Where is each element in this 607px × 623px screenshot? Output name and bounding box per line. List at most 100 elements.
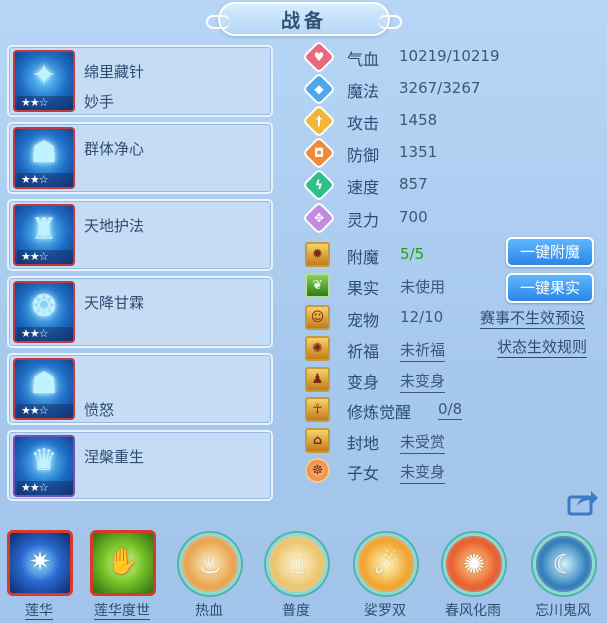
enchant-icon: ✹ [305,242,330,267]
status-label: 附魔 [347,248,380,267]
share-icon[interactable] [567,488,599,516]
status-label: 果实 [347,279,380,298]
fruit-icon: ❦ [305,273,330,298]
ghost-wind-icon: ☾ [533,533,595,595]
bottom-skill-name: 春风化雨 [445,603,501,619]
bottom-skill-spring-wind[interactable]: ✺ 春风化雨 [437,527,509,623]
skill-card[interactable]: ☗ ★★☆ 群体净心 [7,122,273,194]
blessing-icon: ✺ [305,336,330,361]
attr-row-attack: † 攻击 1458 [302,104,595,138]
status-row-awaken[interactable]: ☥ 修炼觉醒 0/8 [305,396,605,424]
status-label: 宠物 [347,311,380,330]
one-click-enchant-button[interactable]: 一键附魔 [506,237,594,267]
child-icon: ☸ [305,458,330,483]
attr-row-mp: ◆ 魔法 3267/3267 [302,72,595,106]
attr-value: 10219/10219 [399,47,500,65]
event-preset-link[interactable]: 赛事不生效预设 [480,308,586,329]
star-rating: ★★☆ [17,404,73,418]
helmet-skill-icon: ☗ ★★☆ [13,127,75,189]
attr-label: 速度 [347,178,380,197]
battle-prep-panel: 战备 ✦ ★★☆ 绵里藏针 妙手 ☗ ★★☆ 群体净心 ♜ ★★☆ 天地护法 ❂… [0,0,607,623]
rebirth-skill-icon: ♛ ★★☆ [13,435,75,497]
skill-card[interactable]: ✦ ★★☆ 绵里藏针 妙手 [7,45,273,117]
skill-name: 涅槃重生 [84,448,145,466]
status-value: 12/10 [400,308,444,326]
salvation-icon: ☝ [266,533,328,595]
sala-icon: ☄ [355,533,417,595]
lotus-icon: ✷ [7,530,73,596]
shield-icon: ◘ [302,136,336,170]
spring-wind-icon: ✺ [443,533,505,595]
attr-label: 魔法 [347,82,380,101]
needle-skill-icon: ✦ ★★☆ [13,50,75,112]
bottom-skill-name: 娑罗双 [364,603,406,619]
skill-sub: 愤怒 [84,401,115,419]
awaken-icon: ☥ [305,397,330,422]
skill-card[interactable]: ♜ ★★☆ 天地护法 [7,199,273,271]
skill-name: 天地护法 [84,217,145,235]
attr-value: 1351 [399,143,438,161]
spirit-icon: ✥ [302,201,336,235]
attr-label: 防御 [347,146,380,165]
attr-row-defense: ◘ 防御 1351 [302,136,595,170]
status-rules-link[interactable]: 状态生效规则 [497,337,588,358]
pet-icon: ☺ [305,305,330,330]
bottom-skill-lotus[interactable]: ✷ 莲华 [3,527,75,623]
attr-row-hp: ♥ 气血 10219/10219 [302,40,595,74]
attr-value: 700 [399,208,428,226]
attr-label: 气血 [347,50,380,69]
bottom-skill-salvation[interactable]: ☝ 普度 [260,527,332,623]
bottom-skill-name: 普度 [282,603,310,619]
fief-icon: ⌂ [305,428,330,453]
bottom-skill-lotus-salvation[interactable]: ✋ 莲华度世 [86,527,158,623]
status-value: 未使用 [400,278,446,296]
status-value: 5/5 [400,245,425,263]
lightning-icon: ϟ [302,168,336,202]
status-value[interactable]: 未变身 [400,461,446,484]
status-label: 子女 [347,464,380,483]
attr-label: 灵力 [347,211,380,230]
attr-value: 857 [399,175,428,193]
guardian-skill-icon: ♜ ★★☆ [13,204,75,266]
one-click-fruit-button[interactable]: 一键果实 [506,273,594,303]
skill-name: 绵里藏针 [84,63,145,81]
skill-card[interactable]: ❂ ★★☆ 天降甘霖 [7,276,273,348]
attr-value: 1458 [399,111,438,129]
title-banner: 战备 [206,2,402,36]
bottom-skill-hot-blood[interactable]: ♨ 热血 [173,527,245,623]
bottom-skill-name: 忘川鬼风 [535,603,591,619]
status-value[interactable]: 未受赏 [400,431,446,454]
star-rating: ★★☆ [17,173,73,187]
attr-row-speed: ϟ 速度 857 [302,168,595,202]
status-value[interactable]: 未变身 [400,370,446,393]
hand-lotus-icon: ✋ [90,530,156,596]
status-label: 变身 [347,373,380,392]
status-row-child[interactable]: ☸ 子女 未变身 [305,457,605,485]
hot-blood-icon: ♨ [179,533,241,595]
mask-skill-icon: ☗ ★★☆ [13,358,75,420]
skill-card[interactable]: ♛ ★★☆ 涅槃重生 [7,430,273,501]
transform-icon: ♟ [305,367,330,392]
skill-sub: 妙手 [84,93,115,111]
skill-list: ✦ ★★☆ 绵里藏针 妙手 ☗ ★★☆ 群体净心 ♜ ★★☆ 天地护法 ❂ ★★… [7,45,273,506]
status-row-transform[interactable]: ♟ 变身 未变身 [305,366,605,394]
magic-icon: ◆ [302,72,336,106]
star-rating: ★★☆ [17,481,73,495]
status-value[interactable]: 未祈福 [400,339,446,362]
status-value[interactable]: 0/8 [438,400,463,420]
attr-value: 3267/3267 [399,79,481,97]
star-rating: ★★☆ [17,96,73,110]
bottom-skill-ghost-wind[interactable]: ☾ 忘川鬼风 [527,527,599,623]
skill-card[interactable]: ☗ ★★☆ 愤怒 [7,353,273,425]
page-title: 战备 [280,9,327,32]
status-row-fief[interactable]: ⌂ 封地 未受赏 [305,427,605,455]
heart-icon: ♥ [302,40,336,74]
bottom-skill-sala[interactable]: ☄ 娑罗双 [349,527,421,623]
status-label: 封地 [347,434,380,453]
attr-row-spirit: ✥ 灵力 700 [302,201,595,235]
bottom-skill-name: 莲华 [25,603,53,620]
status-label: 修炼觉醒 [347,403,412,422]
bottom-skill-name: 莲华度世 [94,603,150,620]
star-rating: ★★☆ [17,327,73,341]
rain-skill-icon: ❂ ★★☆ [13,281,75,343]
